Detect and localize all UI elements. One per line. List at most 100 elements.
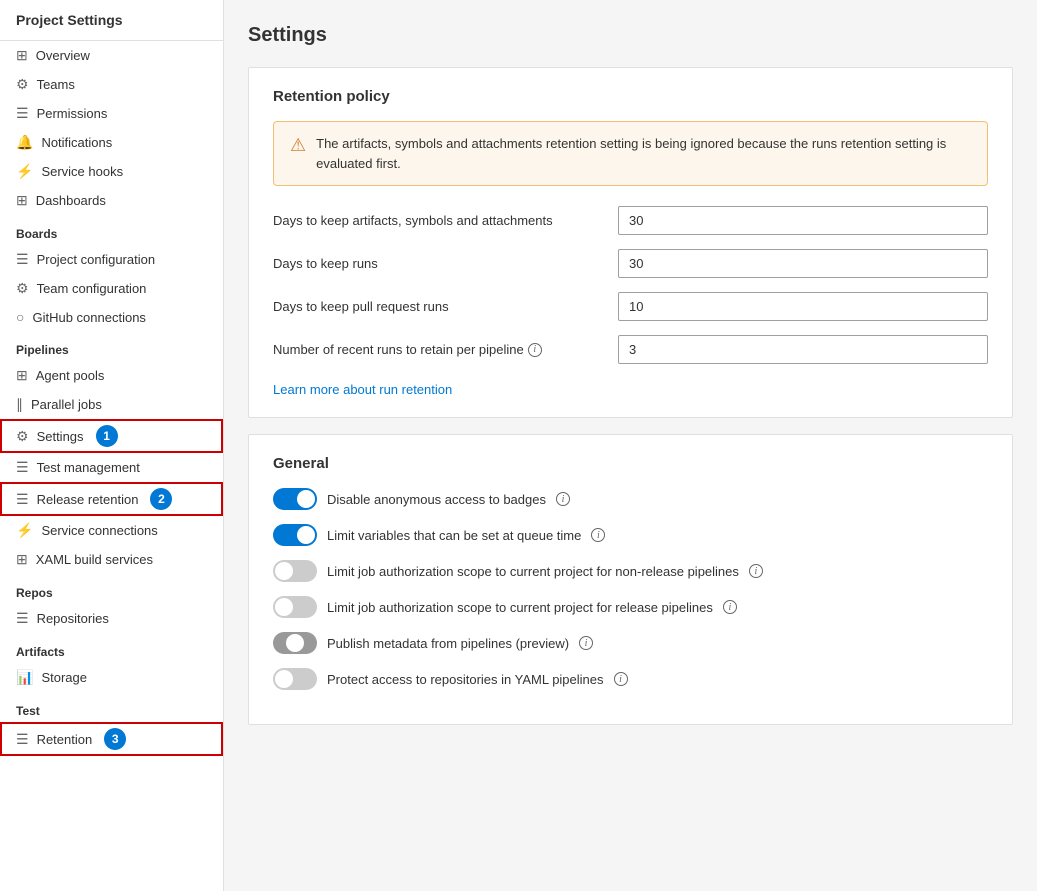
toggle-row-publish-metadata: Publish metadata from pipelines (preview…: [273, 632, 988, 654]
notifications-icon: 🔔: [16, 134, 33, 151]
sidebar-item-test-management[interactable]: ☰ Test management: [0, 453, 223, 482]
teams-icon: ⚙: [16, 76, 29, 93]
days-pr-runs-row: Days to keep pull request runs: [273, 292, 988, 321]
sidebar-item-label: Test management: [37, 460, 140, 475]
sidebar-item-github-connections[interactable]: ○ GitHub connections: [0, 303, 223, 331]
sidebar-item-xaml-build[interactable]: ⊞ XAML build services: [0, 545, 223, 574]
warning-text: The artifacts, symbols and attachments r…: [316, 134, 971, 173]
warning-icon: ⚠: [290, 135, 306, 156]
non-release-scope-toggle[interactable]: [273, 560, 317, 582]
settings-icon: ⚙: [16, 428, 29, 445]
toggle-row-limit-variables: Limit variables that can be set at queue…: [273, 524, 988, 546]
sidebar-item-label: Dashboards: [36, 193, 106, 208]
sidebar-item-storage[interactable]: 📊 Storage: [0, 663, 223, 692]
sidebar-item-permissions[interactable]: ☰ Permissions: [0, 99, 223, 128]
sidebar-item-label: Settings: [37, 429, 84, 444]
release-scope-label: Limit job authorization scope to current…: [327, 600, 713, 615]
days-runs-label: Days to keep runs: [273, 256, 618, 271]
retention-badge: 3: [104, 728, 126, 750]
publish-metadata-label: Publish metadata from pipelines (preview…: [327, 636, 569, 651]
sidebar-item-label: Project configuration: [37, 252, 156, 267]
general-title: General: [273, 455, 988, 472]
sidebar-item-label: Teams: [37, 77, 75, 92]
sidebar-item-label: XAML build services: [36, 552, 153, 567]
repositories-icon: ☰: [16, 610, 29, 627]
agent-pools-icon: ⊞: [16, 367, 28, 384]
non-release-scope-info-icon[interactable]: i: [749, 564, 763, 578]
publish-metadata-info-icon[interactable]: i: [579, 636, 593, 650]
retention-policy-title: Retention policy: [273, 88, 988, 105]
main-content: Settings Retention policy ⚠ The artifact…: [224, 0, 1037, 891]
sidebar-item-release-retention[interactable]: ☰ Release retention 2: [0, 482, 223, 516]
anonymous-badges-toggle[interactable]: [273, 488, 317, 510]
artifacts-section-label: Artifacts: [0, 633, 223, 663]
sidebar-item-settings[interactable]: ⚙ Settings 1: [0, 419, 223, 453]
sidebar-item-team-config[interactable]: ⚙ Team configuration: [0, 274, 223, 303]
sidebar: Project Settings ⊞ Overview ⚙ Teams ☰ Pe…: [0, 0, 224, 891]
github-icon: ○: [16, 309, 24, 325]
retention-policy-card: Retention policy ⚠ The artifacts, symbol…: [248, 67, 1013, 418]
general-card: General Disable anonymous access to badg…: [248, 434, 1013, 725]
toggle-row-non-release-scope: Limit job authorization scope to current…: [273, 560, 988, 582]
limit-variables-toggle[interactable]: [273, 524, 317, 546]
limit-variables-label: Limit variables that can be set at queue…: [327, 528, 581, 543]
days-artifacts-row: Days to keep artifacts, symbols and atta…: [273, 206, 988, 235]
days-runs-input[interactable]: [618, 249, 988, 278]
sidebar-item-parallel-jobs[interactable]: ∥ Parallel jobs: [0, 390, 223, 419]
sidebar-header: Project Settings: [0, 0, 223, 41]
sidebar-item-label: Repositories: [37, 611, 109, 626]
protect-repos-info-icon[interactable]: i: [614, 672, 628, 686]
sidebar-item-dashboards[interactable]: ⊞ Dashboards: [0, 186, 223, 215]
sidebar-item-retention[interactable]: ☰ Retention 3: [0, 722, 223, 756]
project-config-icon: ☰: [16, 251, 29, 268]
sidebar-item-repositories[interactable]: ☰ Repositories: [0, 604, 223, 633]
anonymous-badges-info-icon[interactable]: i: [556, 492, 570, 506]
sidebar-item-overview[interactable]: ⊞ Overview: [0, 41, 223, 70]
anonymous-badges-label: Disable anonymous access to badges: [327, 492, 546, 507]
sidebar-item-label: Service connections: [41, 523, 157, 538]
days-pr-runs-input[interactable]: [618, 292, 988, 321]
test-management-icon: ☰: [16, 459, 29, 476]
parallel-jobs-icon: ∥: [16, 396, 23, 413]
toggle-row-protect-repos: Protect access to repositories in YAML p…: [273, 668, 988, 690]
sidebar-item-teams[interactable]: ⚙ Teams: [0, 70, 223, 99]
recent-runs-info-icon[interactable]: i: [528, 343, 542, 357]
service-hooks-icon: ⚡: [16, 163, 33, 180]
sidebar-item-label: Storage: [41, 670, 87, 685]
limit-variables-info-icon[interactable]: i: [591, 528, 605, 542]
team-config-icon: ⚙: [16, 280, 29, 297]
repos-section-label: Repos: [0, 574, 223, 604]
sidebar-item-service-hooks[interactable]: ⚡ Service hooks: [0, 157, 223, 186]
sidebar-item-service-connections[interactable]: ⚡ Service connections: [0, 516, 223, 545]
boards-section-label: Boards: [0, 215, 223, 245]
sidebar-item-label: Agent pools: [36, 368, 105, 383]
learn-more-link[interactable]: Learn more about run retention: [273, 382, 452, 397]
sidebar-item-label: Release retention: [37, 492, 139, 507]
settings-badge: 1: [96, 425, 118, 447]
protect-repos-label: Protect access to repositories in YAML p…: [327, 672, 604, 687]
recent-runs-label: Number of recent runs to retain per pipe…: [273, 342, 618, 357]
release-scope-info-icon[interactable]: i: [723, 600, 737, 614]
xaml-build-icon: ⊞: [16, 551, 28, 568]
release-retention-icon: ☰: [16, 491, 29, 508]
non-release-scope-label: Limit job authorization scope to current…: [327, 564, 739, 579]
sidebar-item-label: Overview: [36, 48, 90, 63]
sidebar-item-label: Retention: [37, 732, 93, 747]
sidebar-item-notifications[interactable]: 🔔 Notifications: [0, 128, 223, 157]
toggle-row-release-scope: Limit job authorization scope to current…: [273, 596, 988, 618]
warning-box: ⚠ The artifacts, symbols and attachments…: [273, 121, 988, 186]
sidebar-item-label: Permissions: [37, 106, 108, 121]
sidebar-item-label: Team configuration: [37, 281, 147, 296]
days-pr-runs-label: Days to keep pull request runs: [273, 299, 618, 314]
sidebar-item-label: Parallel jobs: [31, 397, 102, 412]
retention-icon: ☰: [16, 731, 29, 748]
days-artifacts-input[interactable]: [618, 206, 988, 235]
sidebar-item-project-config[interactable]: ☰ Project configuration: [0, 245, 223, 274]
publish-metadata-toggle[interactable]: [273, 632, 317, 654]
recent-runs-row: Number of recent runs to retain per pipe…: [273, 335, 988, 364]
recent-runs-input[interactable]: [618, 335, 988, 364]
sidebar-item-agent-pools[interactable]: ⊞ Agent pools: [0, 361, 223, 390]
release-scope-toggle[interactable]: [273, 596, 317, 618]
service-connections-icon: ⚡: [16, 522, 33, 539]
protect-repos-toggle[interactable]: [273, 668, 317, 690]
